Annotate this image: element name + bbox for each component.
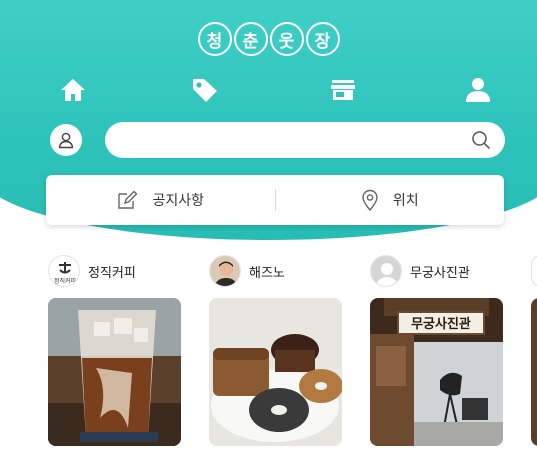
studio-sign-text: 무궁사진관 — [411, 316, 471, 332]
store-photo — [48, 298, 181, 446]
home-icon — [61, 79, 85, 101]
store-avatar — [531, 255, 537, 287]
store-name: 무궁사진관 — [410, 265, 470, 281]
edit-icon — [118, 190, 138, 209]
store-logo-text: 정직커피 — [54, 277, 76, 285]
location-pin-icon — [362, 189, 378, 211]
logo-char: 장 — [305, 22, 340, 56]
top-nav — [0, 75, 537, 105]
store-avatar: 정직커피 — [48, 255, 80, 287]
notice-label: 공지사항 — [152, 193, 205, 209]
store-card[interactable]: 해즈노 — [209, 255, 342, 446]
store-header: 무궁사진관 — [370, 255, 503, 287]
app-logo: 청 춘 웃 장 — [0, 22, 537, 56]
default-avatar-icon — [371, 256, 401, 286]
store-logo: 정직커피 — [49, 256, 79, 286]
store-avatar — [370, 255, 402, 287]
store-header: 해즈노 — [209, 255, 342, 287]
cakes-photo — [209, 298, 342, 446]
person-icon — [466, 78, 490, 102]
logo-char: 춘 — [233, 22, 268, 56]
store-card-partial[interactable] — [531, 255, 537, 446]
store-icon — [331, 80, 355, 100]
user-button[interactable] — [50, 124, 82, 156]
tag-icon — [193, 79, 217, 102]
search-icon — [472, 131, 491, 150]
store-card[interactable]: 정직커피 정직커피 — [48, 255, 181, 446]
notice-button[interactable]: 공지사항 — [46, 175, 275, 225]
user-outline-icon — [58, 132, 74, 149]
nav-store[interactable] — [325, 75, 361, 105]
store-header: 정직커피 정직커피 — [48, 255, 181, 287]
nav-home[interactable] — [55, 75, 91, 105]
location-button[interactable]: 위치 — [276, 175, 505, 225]
store-name: 해즈노 — [249, 265, 285, 281]
store-photo — [531, 298, 537, 446]
search-button[interactable] — [471, 130, 491, 150]
store-avatar — [209, 255, 241, 287]
store-list: 정직커피 정직커피 해즈노 무궁사진관 무궁사진관 — [48, 255, 537, 455]
store-header — [531, 255, 537, 287]
search-input[interactable] — [105, 122, 505, 158]
nav-profile[interactable] — [460, 75, 496, 105]
store-owner-photo — [210, 256, 240, 286]
photo-studio-photo: 무궁사진관 — [370, 298, 503, 446]
logo-char: 웃 — [269, 22, 304, 56]
location-label: 위치 — [392, 193, 419, 209]
search-row — [50, 122, 505, 158]
store-name: 정직커피 — [88, 265, 136, 281]
nav-tags[interactable] — [187, 75, 223, 105]
store-photo — [209, 298, 342, 446]
logo-char: 청 — [197, 22, 232, 56]
store-photo: 무궁사진관 — [370, 298, 503, 446]
store-card[interactable]: 무궁사진관 무궁사진관 — [370, 255, 503, 446]
iced-coffee-photo — [48, 298, 181, 446]
quick-menu: 공지사항 위치 — [46, 175, 504, 225]
